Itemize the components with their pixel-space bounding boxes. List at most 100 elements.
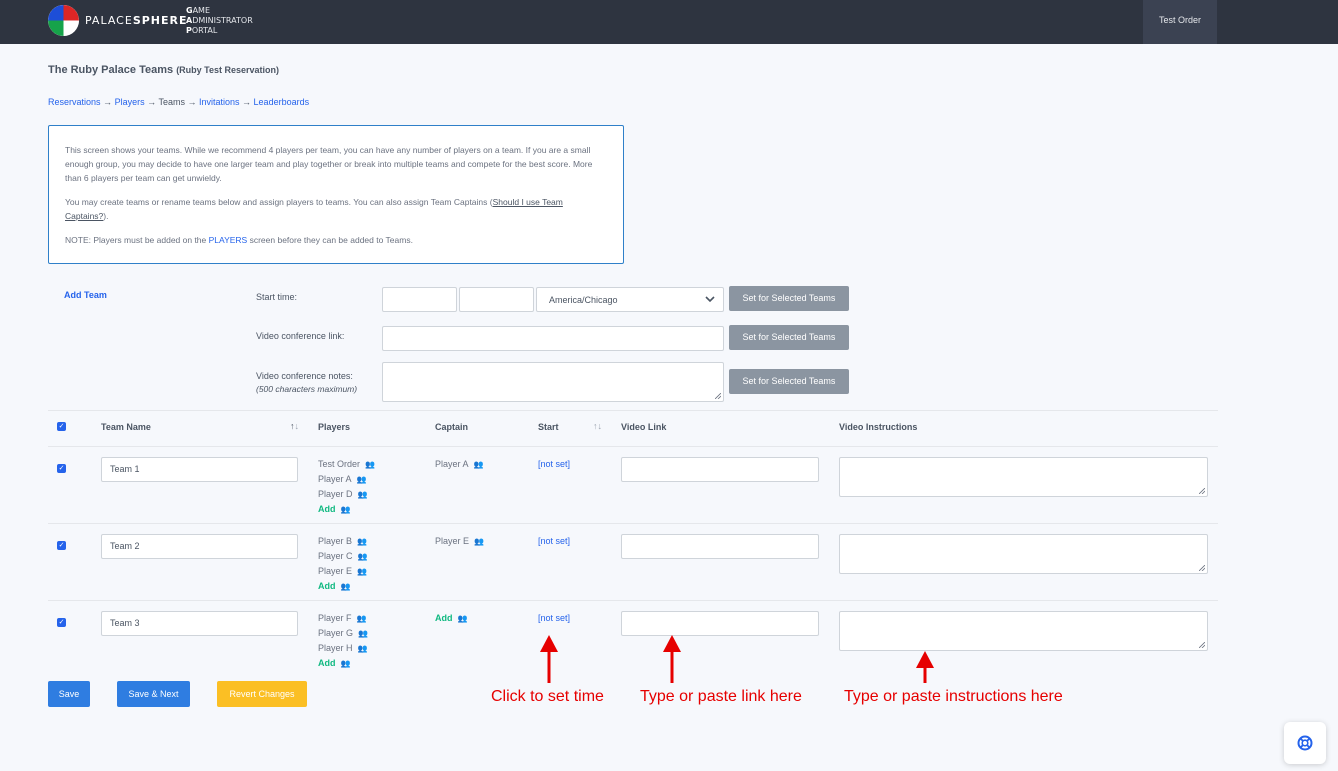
annotation-set-time: Click to set time xyxy=(491,688,604,705)
add-user-icon: 👥 xyxy=(340,659,351,668)
video-link-input[interactable] xyxy=(621,611,819,636)
video-instructions-textarea[interactable] xyxy=(839,534,1208,574)
captain-user-icon[interactable]: 👥 xyxy=(474,460,484,469)
list-item: Player E 👥 xyxy=(318,566,367,576)
add-user-icon: 👥 xyxy=(340,505,351,514)
team-name-input[interactable]: Team 2 xyxy=(101,534,298,559)
revert-changes-button[interactable]: Revert Changes xyxy=(217,681,307,707)
players-screen-link[interactable]: PLAYERS xyxy=(209,235,248,245)
start-date-input[interactable] xyxy=(382,287,457,312)
start-time-link[interactable]: [not set] xyxy=(538,611,570,625)
add-player-link[interactable]: Add 👥 xyxy=(318,502,375,517)
header-video-instructions: Video Instructions xyxy=(839,422,918,432)
save-button[interactable]: Save xyxy=(48,681,90,707)
row-checkbox[interactable]: ✓ xyxy=(57,541,66,550)
top-bar: PALACESPHERE GAME ADMINISTRATOR PORTAL T… xyxy=(0,0,1338,44)
set-video-notes-button[interactable]: Set for Selected Teams xyxy=(729,369,849,394)
remove-player-icon[interactable]: 👥 xyxy=(357,614,367,623)
captain-user-icon[interactable]: 👥 xyxy=(474,537,484,546)
video-link-label: Video conference link: xyxy=(256,331,345,341)
help-widget-button[interactable] xyxy=(1284,722,1326,764)
remove-player-icon[interactable]: 👥 xyxy=(365,460,375,469)
add-user-icon: 👥 xyxy=(457,614,468,623)
lifebuoy-icon xyxy=(1297,735,1313,751)
portal-label: GAME ADMINISTRATOR PORTAL xyxy=(186,6,253,35)
remove-player-icon[interactable]: 👥 xyxy=(358,629,368,638)
players-list: Test Order 👥 Player A 👥 Player D 👥 Add 👥 xyxy=(318,457,375,517)
breadcrumb: Reservations → Players → Teams → Invitat… xyxy=(48,97,310,107)
breadcrumb-players[interactable]: Players xyxy=(115,97,145,107)
remove-player-icon[interactable]: 👥 xyxy=(357,567,367,576)
brand-name: PALACESPHERE xyxy=(85,14,188,27)
captain-cell: Player A 👥 xyxy=(435,459,484,469)
breadcrumb-invitations[interactable]: Invitations xyxy=(199,97,240,107)
arrow-up-icon xyxy=(663,635,681,683)
players-list: Player B 👥 Player C 👥 Player E 👥 Add 👥 xyxy=(318,534,367,594)
start-time-input[interactable] xyxy=(459,287,534,312)
annotation-paste-link: Type or paste link here xyxy=(640,688,802,705)
team-name-input[interactable]: Team 3 xyxy=(101,611,298,636)
captain-cell: Player E 👥 xyxy=(435,536,484,546)
list-item: Player B 👥 xyxy=(318,536,367,546)
list-item: Test Order 👥 xyxy=(318,459,375,469)
info-box: This screen shows your teams. While we r… xyxy=(48,125,624,264)
remove-player-icon[interactable]: 👥 xyxy=(358,644,368,653)
row-checkbox[interactable]: ✓ xyxy=(57,618,66,627)
remove-player-icon[interactable]: 👥 xyxy=(357,475,367,484)
resize-handle-icon xyxy=(1199,488,1205,494)
header-video-link: Video Link xyxy=(621,422,667,432)
page-title: The Ruby Palace Teams (Ruby Test Reserva… xyxy=(48,64,280,76)
set-start-time-button[interactable]: Set for Selected Teams xyxy=(729,286,849,311)
add-player-link[interactable]: Add 👥 xyxy=(318,656,368,671)
remove-player-icon[interactable]: 👥 xyxy=(358,490,368,499)
video-link-input[interactable] xyxy=(621,534,819,559)
info-paragraph-1: This screen shows your teams. While we r… xyxy=(65,145,593,183)
start-time-label: Start time: xyxy=(256,292,298,302)
add-user-icon: 👥 xyxy=(340,582,351,591)
video-notes-textarea[interactable] xyxy=(382,362,724,402)
row-divider xyxy=(48,523,1218,524)
add-captain-link[interactable]: Add 👥 xyxy=(435,611,467,626)
row-checkbox[interactable]: ✓ xyxy=(57,464,66,473)
list-item: Player D 👥 xyxy=(318,489,368,499)
video-instructions-textarea[interactable] xyxy=(839,611,1208,651)
list-item: Player H 👥 xyxy=(318,643,368,653)
arrow-up-icon xyxy=(540,635,558,683)
user-menu-button[interactable]: Test Order xyxy=(1143,0,1217,44)
breadcrumb-leaderboards[interactable]: Leaderboards xyxy=(254,97,310,107)
info-paragraph-3: NOTE: Players must be added on the PLAYE… xyxy=(65,235,413,245)
header-start[interactable]: Start xyxy=(538,422,559,432)
start-time-link[interactable]: [not set] xyxy=(538,534,570,548)
list-item: Player C 👥 xyxy=(318,551,368,561)
timezone-select[interactable]: America/Chicago xyxy=(536,287,724,312)
sort-icon[interactable]: ↑↓ xyxy=(593,421,602,431)
video-link-input[interactable] xyxy=(621,457,819,482)
team-name-input[interactable]: Team 1 xyxy=(101,457,298,482)
palacesphere-logo[interactable] xyxy=(48,5,79,36)
select-all-checkbox[interactable]: ✓ xyxy=(57,422,66,431)
add-player-link[interactable]: Add 👥 xyxy=(318,579,367,594)
add-team-link[interactable]: Add Team xyxy=(64,290,107,300)
start-time-link[interactable]: [not set] xyxy=(538,457,570,471)
list-item: Player G 👥 xyxy=(318,628,368,638)
save-next-button[interactable]: Save & Next xyxy=(117,681,190,707)
list-item: Player A 👥 xyxy=(318,474,367,484)
resize-handle-icon xyxy=(1199,642,1205,648)
video-notes-label: Video conference notes: (500 characters … xyxy=(256,371,358,394)
remove-player-icon[interactable]: 👥 xyxy=(357,537,367,546)
sort-icon[interactable]: ↑↓ xyxy=(290,421,299,431)
remove-player-icon[interactable]: 👥 xyxy=(358,552,368,561)
arrow-up-icon xyxy=(916,651,934,683)
header-players: Players xyxy=(318,422,351,432)
info-paragraph-2: You may create teams or rename teams bel… xyxy=(65,197,563,221)
video-instructions-textarea[interactable] xyxy=(839,457,1208,497)
list-item: Player F 👥 xyxy=(318,613,367,623)
header-captain: Captain xyxy=(435,422,469,432)
breadcrumb-teams: Teams xyxy=(158,97,185,107)
video-link-input[interactable] xyxy=(382,326,724,351)
header-team-name[interactable]: Team Name xyxy=(101,422,151,432)
players-list: Player F 👥 Player G 👥 Player H 👥 Add 👥 xyxy=(318,611,368,671)
table-top-divider xyxy=(48,410,1218,411)
breadcrumb-reservations[interactable]: Reservations xyxy=(48,97,101,107)
set-video-link-button[interactable]: Set for Selected Teams xyxy=(729,325,849,350)
